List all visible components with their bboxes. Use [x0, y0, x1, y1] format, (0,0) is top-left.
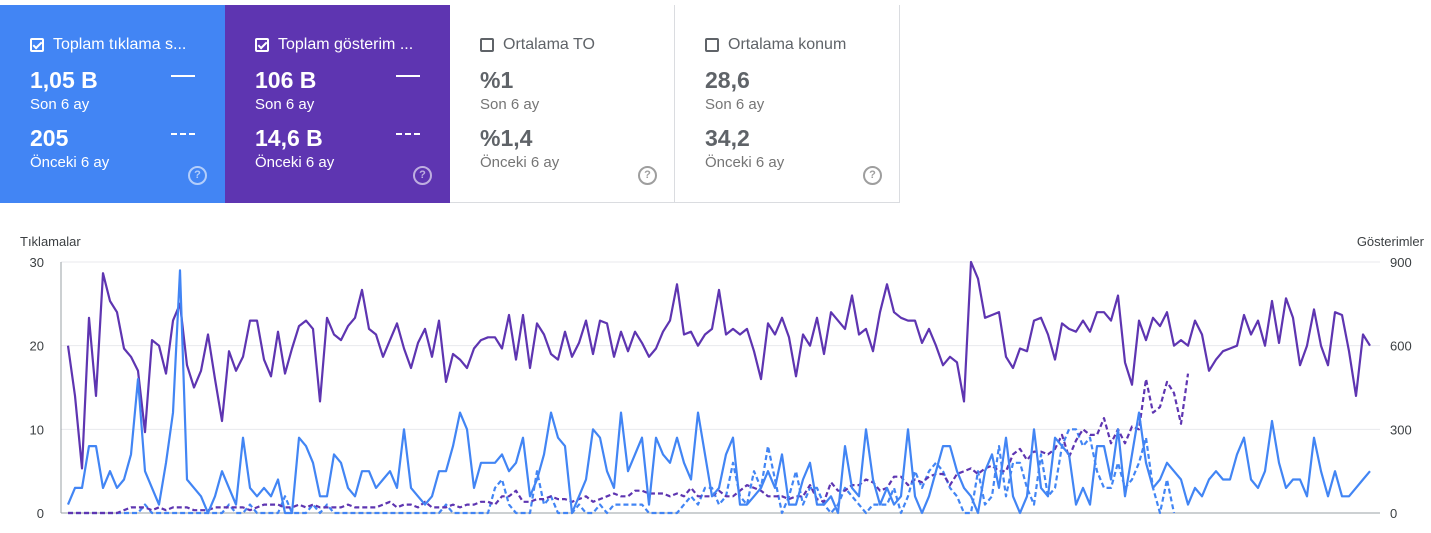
card-header: Toplam gösterim ...: [255, 36, 435, 54]
left-tick-label: 30: [30, 255, 44, 270]
metric-cards: Toplam tıklama s... 1,05 B Son 6 ay 205 …: [0, 5, 1431, 203]
checkbox-icon[interactable]: [30, 38, 44, 52]
previous-label: Önceki 6 ay: [255, 154, 335, 171]
current-label: Son 6 ay: [480, 96, 540, 113]
help-icon[interactable]: ?: [413, 166, 432, 185]
current-value: %1: [480, 67, 514, 93]
help-icon[interactable]: ?: [863, 166, 882, 185]
card-header: Ortalama TO: [480, 36, 660, 54]
previous-label: Önceki 6 ay: [30, 154, 110, 171]
metric-card-clicks[interactable]: Toplam tıklama s... 1,05 B Son 6 ay 205 …: [0, 5, 225, 203]
current-label: Son 6 ay: [30, 96, 90, 113]
right-tick-label: 900: [1390, 255, 1412, 270]
card-title: Toplam tıklama s...: [53, 36, 187, 53]
right-tick-label: 300: [1390, 422, 1412, 437]
current-label: Son 6 ay: [255, 96, 315, 113]
help-icon[interactable]: ?: [638, 166, 657, 185]
series-line-clicks-current: [66, 269, 1371, 515]
previous-label: Önceki 6 ay: [480, 154, 560, 171]
previous-value: 34,2: [705, 125, 750, 151]
previous-value: 205: [30, 125, 69, 151]
current-value: 28,6: [705, 67, 750, 93]
current-label: Son 6 ay: [705, 96, 765, 113]
left-tick-label: 20: [30, 339, 44, 354]
solid-line-legend-icon: [396, 75, 420, 77]
checkbox-icon[interactable]: [705, 38, 719, 52]
series-group: [66, 260, 1371, 515]
help-icon[interactable]: ?: [188, 166, 207, 185]
metric-card-position[interactable]: Ortalama konum 28,6 Son 6 ay 34,2 Önceki…: [675, 5, 900, 203]
card-title: Ortalama konum: [728, 36, 847, 53]
current-value: 1,05 B: [30, 67, 98, 93]
performance-chart[interactable]: Tıklamalar Gösterimler 01020300300600900: [0, 203, 1431, 533]
metric-card-impressions[interactable]: Toplam gösterim ... 106 B Son 6 ay 14,6 …: [225, 5, 450, 203]
left-tick-label: 0: [37, 506, 44, 521]
dashed-line-legend-icon: [171, 133, 195, 135]
right-tick-label: 600: [1390, 339, 1412, 354]
checkbox-icon[interactable]: [480, 38, 494, 52]
series-line-impressions-previous: [68, 373, 1190, 515]
dashed-line-legend-icon: [396, 133, 420, 135]
card-header: Toplam tıklama s...: [30, 36, 210, 54]
card-title: Ortalama TO: [503, 36, 595, 53]
previous-value: 14,6 B: [255, 125, 323, 151]
previous-label: Önceki 6 ay: [705, 154, 785, 171]
solid-line-legend-icon: [171, 75, 195, 77]
left-axis-label: Tıklamalar: [20, 234, 81, 249]
right-axis-label: Gösterimler: [1357, 234, 1425, 249]
checkbox-icon[interactable]: [255, 38, 269, 52]
metric-card-ctr[interactable]: Ortalama TO %1 Son 6 ay %1,4 Önceki 6 ay…: [450, 5, 675, 203]
series-line-impressions-current: [66, 260, 1371, 470]
card-title: Toplam gösterim ...: [278, 36, 414, 53]
card-header: Ortalama konum: [705, 36, 885, 54]
right-tick-label: 0: [1390, 506, 1397, 521]
left-tick-label: 10: [30, 422, 44, 437]
current-value: 106 B: [255, 67, 317, 93]
previous-value: %1,4: [480, 125, 533, 151]
